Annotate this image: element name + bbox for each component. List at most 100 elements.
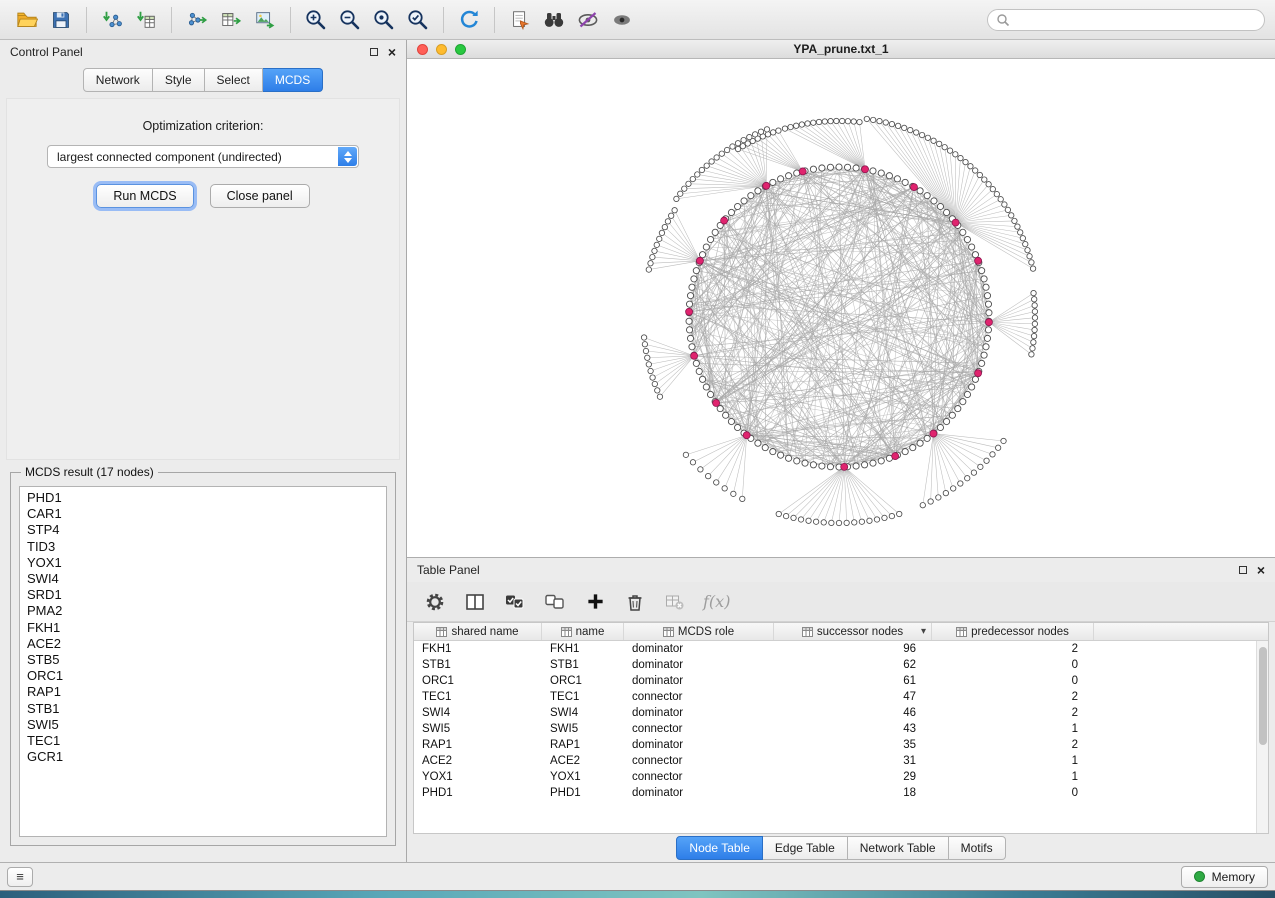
network-node[interactable] [682,186,687,191]
zoom-in-button[interactable] [300,4,332,36]
mcds-hub-node[interactable] [975,257,982,264]
network-node[interactable] [943,418,949,424]
network-node[interactable] [793,123,798,128]
network-node[interactable] [822,119,827,124]
network-node[interactable] [1032,327,1037,332]
network-node[interactable] [979,268,985,274]
network-node[interactable] [643,348,648,353]
network-node[interactable] [1002,202,1007,207]
network-node[interactable] [699,252,705,258]
network-node[interactable] [827,164,833,170]
network-node[interactable] [1020,236,1025,241]
network-node[interactable] [668,213,673,218]
network-node[interactable] [972,168,977,173]
network-node[interactable] [650,254,655,259]
network-node[interactable] [819,165,825,171]
network-node[interactable] [799,122,804,127]
mcds-hub-node[interactable] [763,182,770,189]
network-node[interactable] [1025,247,1030,252]
table-row[interactable]: PHD1PHD1dominator180 [414,785,1268,801]
show-hide-button[interactable] [606,4,638,36]
network-node[interactable] [755,188,761,194]
network-node[interactable] [1009,213,1014,218]
network-node[interactable] [984,293,990,299]
network-node[interactable] [958,155,963,160]
network-node[interactable] [689,344,695,350]
network-node[interactable] [874,517,879,522]
network-node[interactable] [867,518,872,523]
network-node[interactable] [920,502,925,507]
mcds-hub-node[interactable] [911,184,918,191]
mcds-result-item[interactable]: FKH1 [27,620,386,636]
network-node[interactable] [674,196,679,201]
network-node[interactable] [827,464,833,470]
close-table-panel-icon[interactable]: × [1257,565,1265,575]
network-node[interactable] [928,499,933,504]
network-node[interactable] [770,449,776,455]
network-node[interactable] [678,191,683,196]
network-node[interactable] [977,172,982,177]
network-node[interactable] [857,119,862,124]
network-node[interactable] [972,252,978,258]
network-node[interactable] [983,284,989,290]
network-node[interactable] [686,181,691,186]
network-node[interactable] [925,135,930,140]
network-node[interactable] [964,236,970,242]
network-node[interactable] [971,470,976,475]
import-network-button[interactable] [96,4,128,36]
network-node[interactable] [1029,352,1034,357]
mcds-result-item[interactable]: YOX1 [27,555,386,571]
network-node[interactable] [878,458,884,464]
network-node[interactable] [683,452,688,457]
network-node[interactable] [981,352,987,358]
save-session-button[interactable] [45,4,77,36]
network-node[interactable] [972,376,978,382]
create-column-button[interactable] [583,590,607,614]
network-node[interactable] [889,121,894,126]
network-node[interactable] [936,495,941,500]
network-node[interactable] [870,460,876,466]
tab-node-table[interactable]: Node Table [676,836,763,860]
network-node[interactable] [984,458,989,463]
network-node[interactable] [834,118,839,123]
mcds-hub-node[interactable] [862,166,869,173]
network-node[interactable] [705,473,710,478]
network-node[interactable] [707,236,713,242]
column-header-name[interactable]: name [542,623,624,640]
network-node[interactable] [1031,290,1036,295]
network-node[interactable] [965,476,970,481]
network-node[interactable] [1030,346,1035,351]
mcds-result-item[interactable]: STB5 [27,652,386,668]
network-node[interactable] [947,148,952,153]
network-node[interactable] [813,519,818,524]
network-node[interactable] [724,147,729,152]
column-header-predecessor-nodes[interactable]: predecessor nodes [932,623,1094,640]
network-node[interactable] [728,418,734,424]
table-mode-button[interactable] [423,590,447,614]
mcds-hub-node[interactable] [930,430,937,437]
run-mcds-button[interactable]: Run MCDS [96,184,193,208]
network-node[interactable] [1032,303,1037,308]
network-node[interactable] [924,193,930,199]
mcds-result-item[interactable]: PMA2 [27,603,386,619]
network-node[interactable] [776,128,781,133]
open-session-button[interactable] [11,4,43,36]
network-node[interactable] [731,491,736,496]
table-row[interactable]: FKH1FKH1dominator962 [414,641,1268,657]
network-node[interactable] [687,335,693,341]
network-node[interactable] [937,424,943,430]
network-node[interactable] [672,208,677,213]
network-node[interactable] [740,496,745,501]
deselect-all-button[interactable] [543,590,567,614]
table-row[interactable]: ACE2ACE2connector311 [414,753,1268,769]
network-node[interactable] [646,362,651,367]
mcds-hub-node[interactable] [952,219,959,226]
network-node[interactable] [950,486,955,491]
network-node[interactable] [1012,218,1017,223]
network-node[interactable] [969,244,975,250]
export-table-button[interactable] [215,4,247,36]
network-node[interactable] [747,134,752,139]
network-node[interactable] [783,513,788,518]
network-node[interactable] [853,463,859,469]
network-node[interactable] [758,129,763,134]
